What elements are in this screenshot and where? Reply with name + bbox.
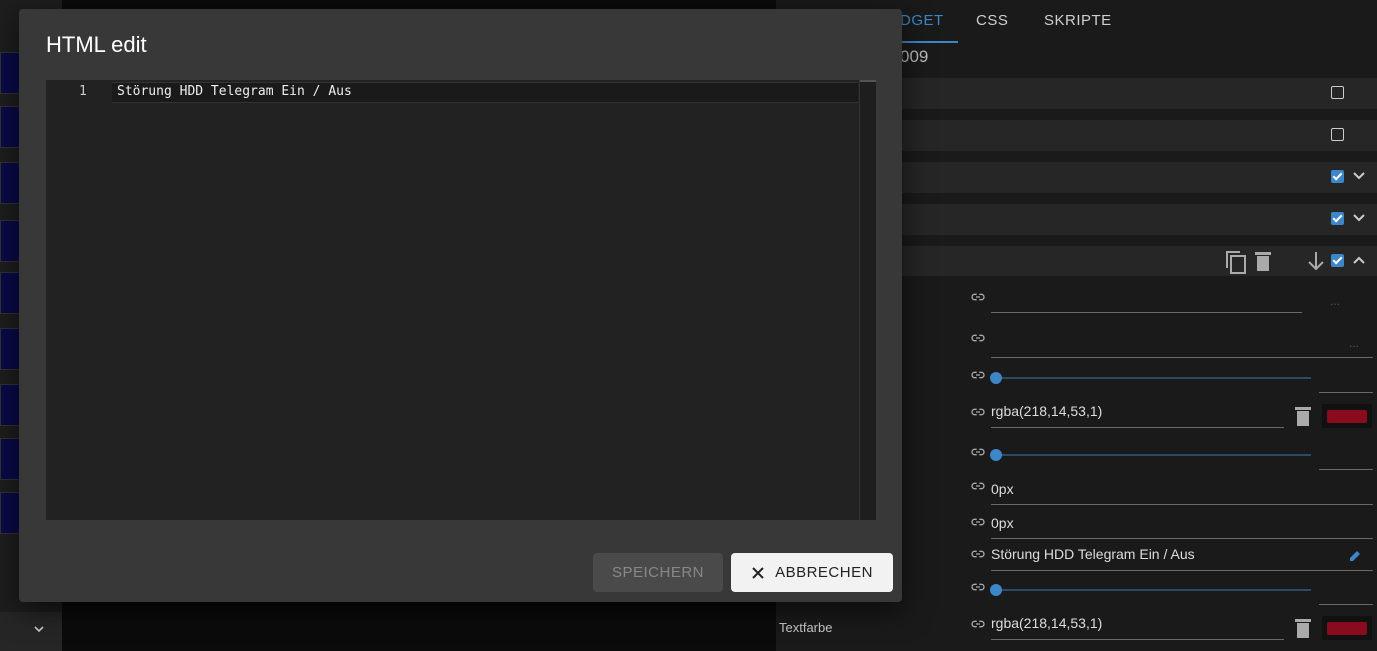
link-icon[interactable] <box>970 579 986 595</box>
html-value[interactable]: Störung HDD Telegram Ein / Aus <box>991 546 1195 562</box>
tab-skripte[interactable]: SKRIPTE <box>1044 12 1112 29</box>
slider-thumb[interactable] <box>990 584 1002 596</box>
slider-thumb[interactable] <box>990 449 1002 461</box>
textfarbe-label: Textfarbe <box>779 620 833 635</box>
slider-thumb[interactable] <box>990 372 1002 384</box>
link-icon[interactable] <box>970 404 986 420</box>
slider-track[interactable] <box>996 589 1311 591</box>
save-button-label: SPEICHERN <box>611 564 705 581</box>
link-icon[interactable] <box>970 616 986 632</box>
more-icon[interactable]: ... <box>1330 294 1340 308</box>
close-icon <box>752 566 764 579</box>
dialog-title: HTML edit <box>46 32 147 57</box>
color-value[interactable]: rgba(218,14,53,1) <box>991 615 1102 631</box>
tab-css[interactable]: CSS <box>976 12 1008 29</box>
tab-widget[interactable]: DGET <box>900 12 944 29</box>
cancel-button[interactable]: ABBRECHEN <box>731 553 893 592</box>
copy-icon[interactable] <box>1224 249 1248 275</box>
slider-value-field[interactable] <box>1319 469 1373 470</box>
code-line[interactable]: Störung HDD Telegram Ein / Aus <box>117 84 352 99</box>
arrow-down-icon[interactable] <box>1305 250 1327 272</box>
chevron-up-icon[interactable] <box>1352 255 1366 265</box>
trash-icon[interactable] <box>1294 617 1312 639</box>
group-checkbox[interactable] <box>1331 170 1344 183</box>
slider-value-field[interactable] <box>1319 604 1373 605</box>
link-icon[interactable] <box>970 514 986 530</box>
group-checkbox[interactable] <box>1331 212 1344 225</box>
padding-value[interactable]: 0px <box>991 515 1014 531</box>
group-checkbox[interactable] <box>1331 254 1344 267</box>
link-icon[interactable] <box>970 367 986 383</box>
html-edit-dialog: HTML edit 1 Störung HDD Telegram Ein / A… <box>19 9 902 602</box>
group-checkbox[interactable] <box>1331 86 1344 99</box>
line-number: 1 <box>79 84 87 99</box>
cancel-button-label: ABBRECHEN <box>775 564 873 581</box>
link-icon[interactable] <box>970 546 986 562</box>
code-editor[interactable]: 1 Störung HDD Telegram Ein / Aus <box>46 80 876 520</box>
color-swatch[interactable] <box>1322 616 1372 640</box>
slider-value-field[interactable] <box>1319 392 1373 393</box>
link-icon[interactable] <box>970 478 986 494</box>
group-checkbox[interactable] <box>1331 128 1344 141</box>
scrollbar-marker <box>860 80 876 82</box>
more-icon[interactable]: ... <box>1349 336 1359 350</box>
text-field-underline <box>991 570 1373 571</box>
slider-track[interactable] <box>996 377 1311 379</box>
chevron-down-icon[interactable] <box>34 624 44 634</box>
editor-scrollbar[interactable] <box>859 80 876 520</box>
padding-value[interactable]: 0px <box>991 481 1014 497</box>
text-field-underline <box>991 427 1284 428</box>
palette-category-select[interactable] <box>0 612 62 651</box>
editor-gutter: 1 <box>46 80 112 520</box>
widget-id: 009 <box>900 47 929 66</box>
save-button[interactable]: SPEICHERN <box>593 553 723 592</box>
slider-track[interactable] <box>996 454 1311 456</box>
text-field-underline <box>991 504 1373 505</box>
trash-icon[interactable] <box>1254 250 1272 272</box>
color-value[interactable]: rgba(218,14,53,1) <box>991 403 1102 419</box>
pencil-icon[interactable] <box>1348 549 1362 563</box>
text-field[interactable] <box>991 357 1373 358</box>
text-field[interactable] <box>991 312 1302 313</box>
link-icon[interactable] <box>970 330 986 346</box>
chevron-down-icon[interactable] <box>1352 213 1366 223</box>
color-swatch[interactable] <box>1322 404 1372 428</box>
link-icon[interactable] <box>970 289 986 305</box>
trash-icon[interactable] <box>1294 405 1312 427</box>
text-field-underline <box>991 639 1284 640</box>
text-field-underline <box>991 538 1373 539</box>
link-icon[interactable] <box>970 444 986 460</box>
chevron-down-icon[interactable] <box>1352 171 1366 181</box>
